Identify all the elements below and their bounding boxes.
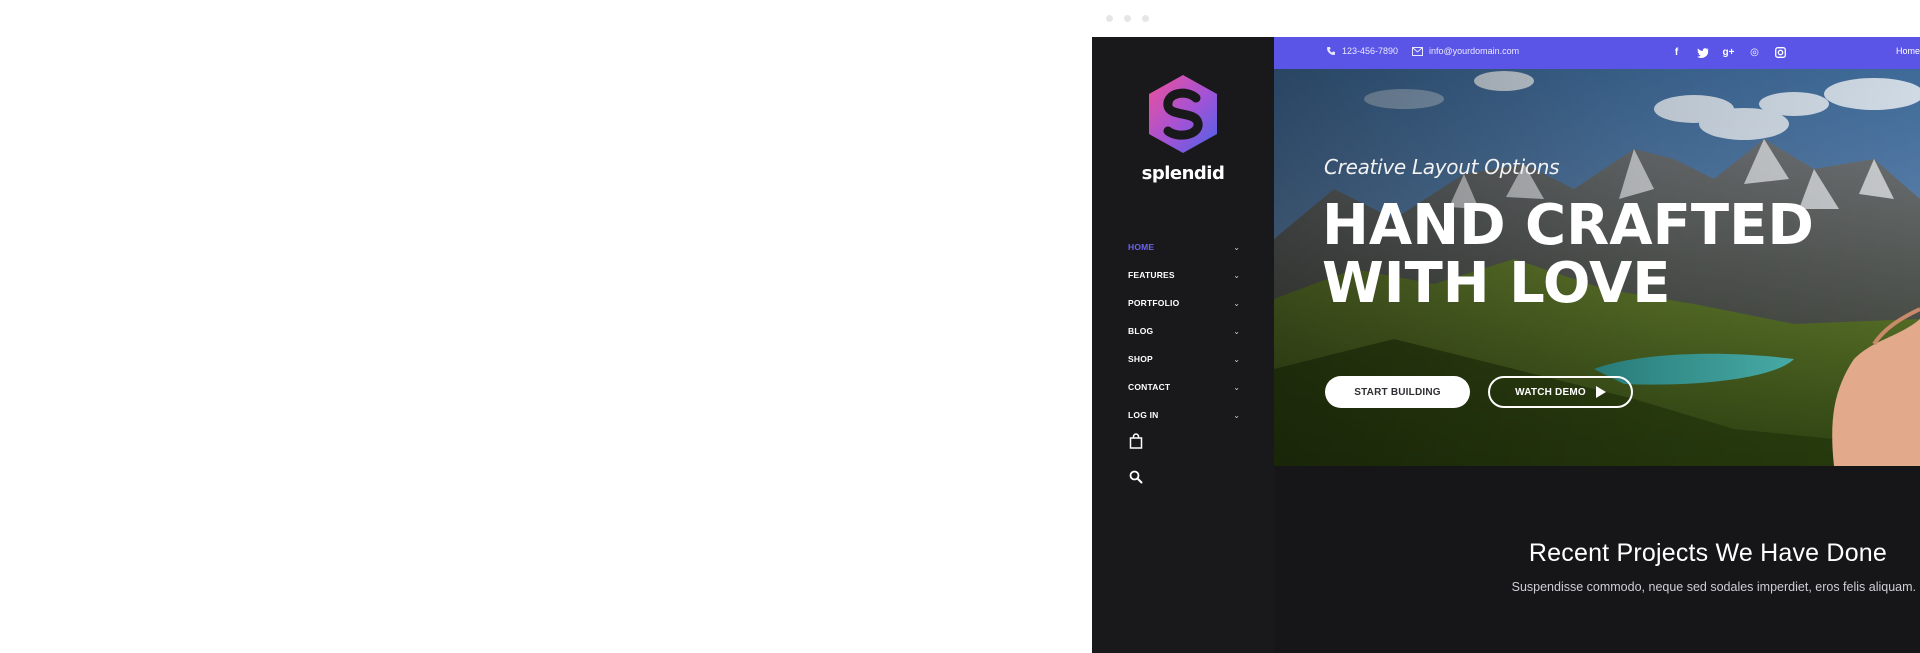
- phone-number: 123-456-7890: [1342, 46, 1399, 56]
- headline-line: HAND CRAFTED: [1322, 193, 1814, 258]
- section-title: Recent Projects We Have Done: [1528, 539, 1887, 567]
- facebook-icon[interactable]: f: [1670, 46, 1683, 59]
- nav-item-contact[interactable]: CONTACT ⌄: [1128, 373, 1240, 401]
- window-dots: [1106, 15, 1149, 22]
- top-nav-home-link[interactable]: Home: [1896, 46, 1920, 56]
- sidebar: splendid HOME ⌄ FEATURES ⌄ PORTFOLIO ⌄ B…: [1092, 37, 1274, 653]
- window-dot: [1142, 15, 1149, 22]
- window-dot: [1124, 15, 1131, 22]
- shopping-bag-icon[interactable]: [1128, 433, 1144, 449]
- nav-label: LOG IN: [1128, 410, 1159, 420]
- chevron-down-icon: ⌄: [1233, 326, 1240, 336]
- chevron-down-icon: ⌄: [1233, 382, 1240, 392]
- mail-icon: [1412, 46, 1423, 56]
- nav-label: BLOG: [1128, 326, 1154, 336]
- dribbble-icon[interactable]: ◎: [1748, 46, 1761, 59]
- nav-item-shop[interactable]: SHOP ⌄: [1128, 345, 1240, 373]
- nav-label: SHOP: [1128, 354, 1153, 364]
- play-icon: [1595, 386, 1606, 398]
- social-links: f g+ ◎: [1670, 46, 1787, 59]
- phone-icon: [1327, 47, 1335, 55]
- headline-line: WITH LOVE: [1322, 251, 1671, 316]
- chevron-down-icon: ⌄: [1233, 410, 1240, 420]
- watch-demo-label: WATCH DEMO: [1515, 386, 1586, 398]
- chevron-down-icon: ⌄: [1233, 270, 1240, 280]
- nav-label: PORTFOLIO: [1128, 298, 1180, 308]
- instagram-icon[interactable]: [1774, 46, 1787, 59]
- nav-item-features[interactable]: FEATURES ⌄: [1128, 261, 1240, 289]
- chevron-down-icon: ⌄: [1233, 242, 1240, 252]
- phone-contact[interactable]: 123-456-7890: [1326, 46, 1398, 56]
- chevron-down-icon: ⌄: [1233, 298, 1240, 308]
- google-plus-icon[interactable]: g+: [1722, 46, 1735, 59]
- splendid-logo-icon[interactable]: [1146, 73, 1220, 155]
- nav-item-blog[interactable]: BLOG ⌄: [1128, 317, 1240, 345]
- start-building-button[interactable]: START BUILDING: [1325, 376, 1470, 408]
- nav-item-portfolio[interactable]: PORTFOLIO ⌄: [1128, 289, 1240, 317]
- nav-label: CONTACT: [1128, 382, 1171, 392]
- hero-kicker: Creative Layout Options: [1324, 155, 1560, 179]
- hero-headline: HAND CRAFTED WITH LOVE: [1322, 197, 1814, 313]
- nav-label: FEATURES: [1128, 270, 1175, 280]
- nav-label: HOME: [1128, 242, 1155, 252]
- top-bar: 123-456-7890 info@yourdomain.com f g+ ◎ …: [1274, 37, 1920, 69]
- main-nav: HOME ⌄ FEATURES ⌄ PORTFOLIO ⌄ BLOG ⌄ SHO…: [1128, 233, 1240, 429]
- email-address: info@yourdomain.com: [1429, 46, 1520, 56]
- nav-item-home[interactable]: HOME ⌄: [1128, 233, 1240, 261]
- brand-name[interactable]: splendid: [1092, 163, 1274, 184]
- nav-item-login[interactable]: LOG IN ⌄: [1128, 401, 1240, 429]
- search-icon[interactable]: [1128, 469, 1144, 485]
- email-contact[interactable]: info@yourdomain.com: [1412, 46, 1519, 56]
- window-dot: [1106, 15, 1113, 22]
- twitter-icon[interactable]: [1696, 46, 1709, 59]
- browser-frame: splendid HOME ⌄ FEATURES ⌄ PORTFOLIO ⌄ B…: [1092, 37, 1920, 653]
- chevron-down-icon: ⌄: [1233, 354, 1240, 364]
- hero-banner: Creative Layout Options HAND CRAFTED WIT…: [1274, 69, 1920, 466]
- section-subtitle: Suspendisse commodo, neque sed sodales i…: [1511, 580, 1916, 594]
- watch-demo-button[interactable]: WATCH DEMO: [1488, 376, 1633, 408]
